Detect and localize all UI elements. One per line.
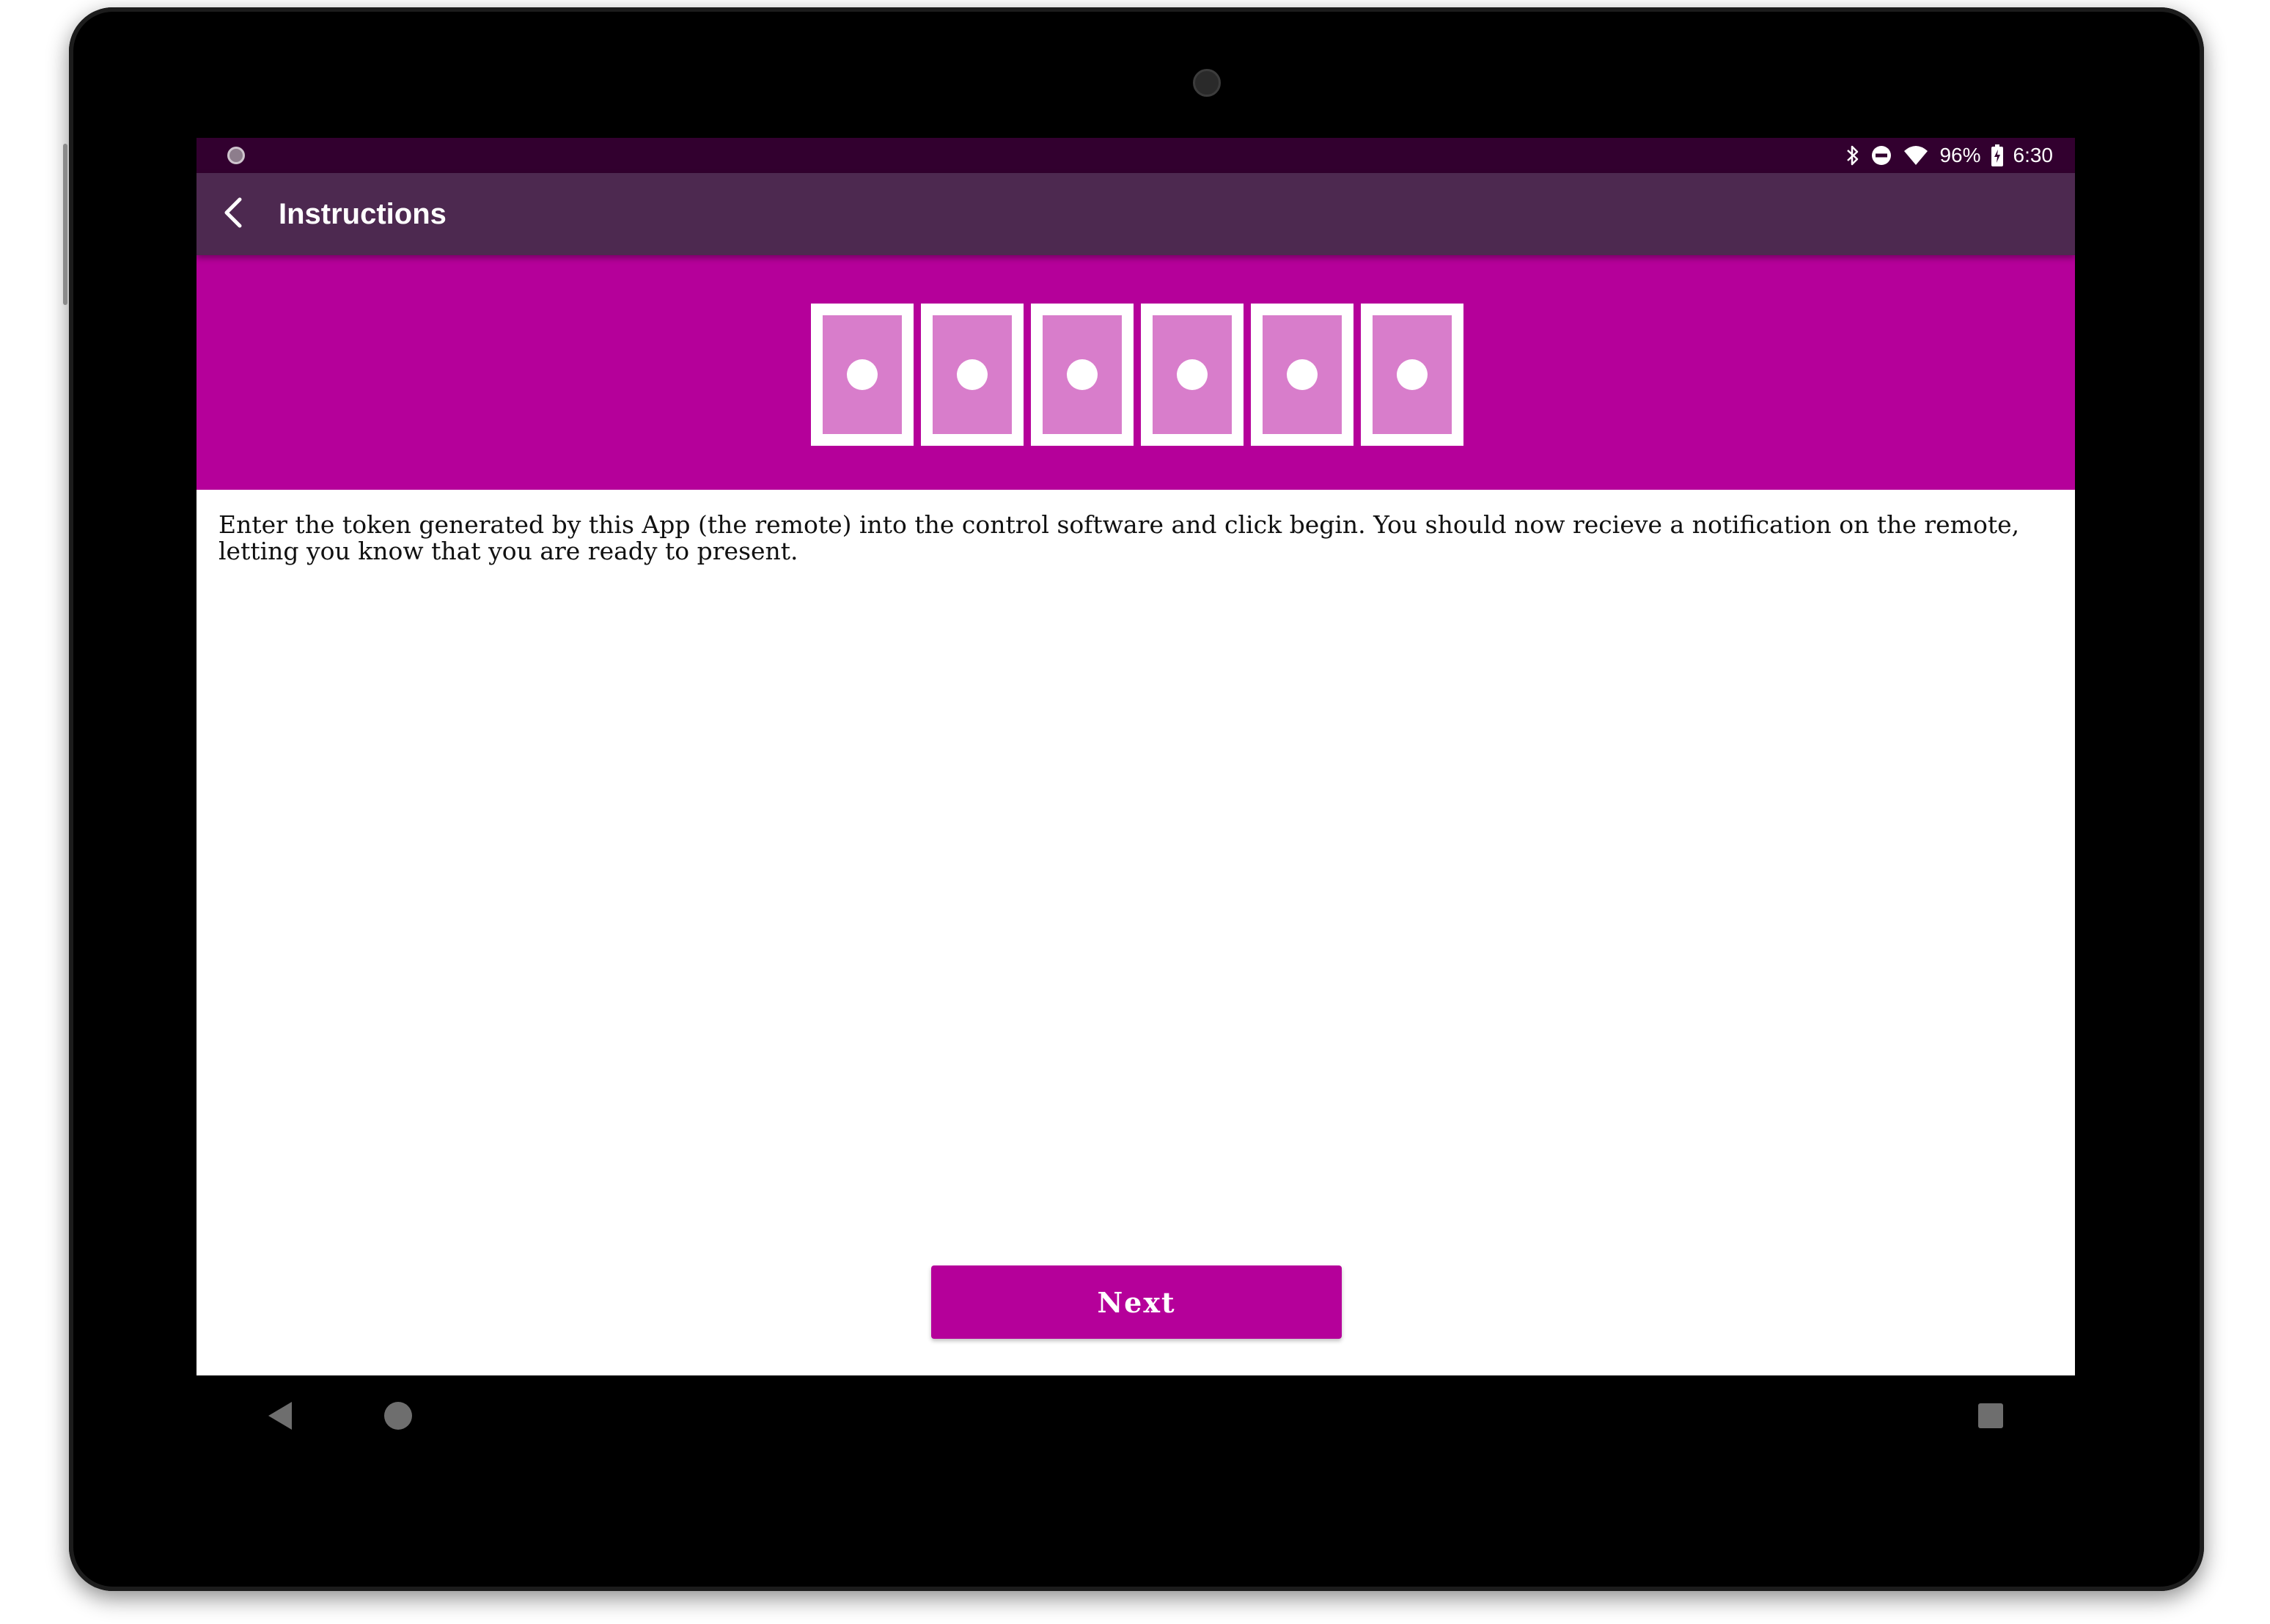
volume-button — [63, 144, 67, 305]
token-display — [811, 304, 1463, 446]
back-button[interactable] — [207, 188, 260, 240]
clock: 6:30 — [2013, 144, 2054, 166]
masked-digit-icon — [847, 359, 878, 390]
bluetooth-icon — [1845, 144, 1860, 166]
app-bar: Instructions — [196, 173, 2075, 255]
token-slot — [921, 304, 1024, 446]
token-slot — [1141, 304, 1244, 446]
next-button[interactable]: Next — [931, 1265, 1342, 1339]
do-not-disturb-icon — [1870, 144, 1892, 166]
masked-digit-icon — [1287, 359, 1318, 390]
status-bar: 96% 6:30 — [196, 138, 2075, 173]
instructions-text: Enter the token generated by this App (t… — [218, 510, 2020, 565]
nav-back-icon[interactable] — [265, 1400, 295, 1435]
masked-digit-icon — [957, 359, 988, 390]
page-title: Instructions — [279, 198, 447, 230]
nav-home-icon[interactable] — [384, 1402, 412, 1430]
masked-digit-icon — [1177, 359, 1208, 390]
token-slot — [1031, 304, 1134, 446]
arrow-back-icon — [222, 196, 244, 232]
front-camera — [1193, 69, 1221, 97]
navigation-bar — [196, 1375, 2075, 1456]
token-slot — [1361, 304, 1463, 446]
status-icons: 96% 6:30 — [1845, 138, 2053, 173]
battery-percent: 96% — [1939, 144, 1981, 166]
wifi-icon — [1903, 145, 1929, 166]
masked-digit-icon — [1067, 359, 1098, 390]
battery-charging-icon — [1991, 144, 2003, 166]
token-slot — [1251, 304, 1353, 446]
notification-dot-icon — [227, 147, 245, 164]
device-screen: 96% 6:30 Instructions Enter the token ge… — [196, 138, 2075, 1375]
token-slot — [811, 304, 914, 446]
nav-recents-icon[interactable] — [1978, 1403, 2003, 1428]
masked-digit-icon — [1397, 359, 1428, 390]
token-banner — [196, 255, 2075, 490]
